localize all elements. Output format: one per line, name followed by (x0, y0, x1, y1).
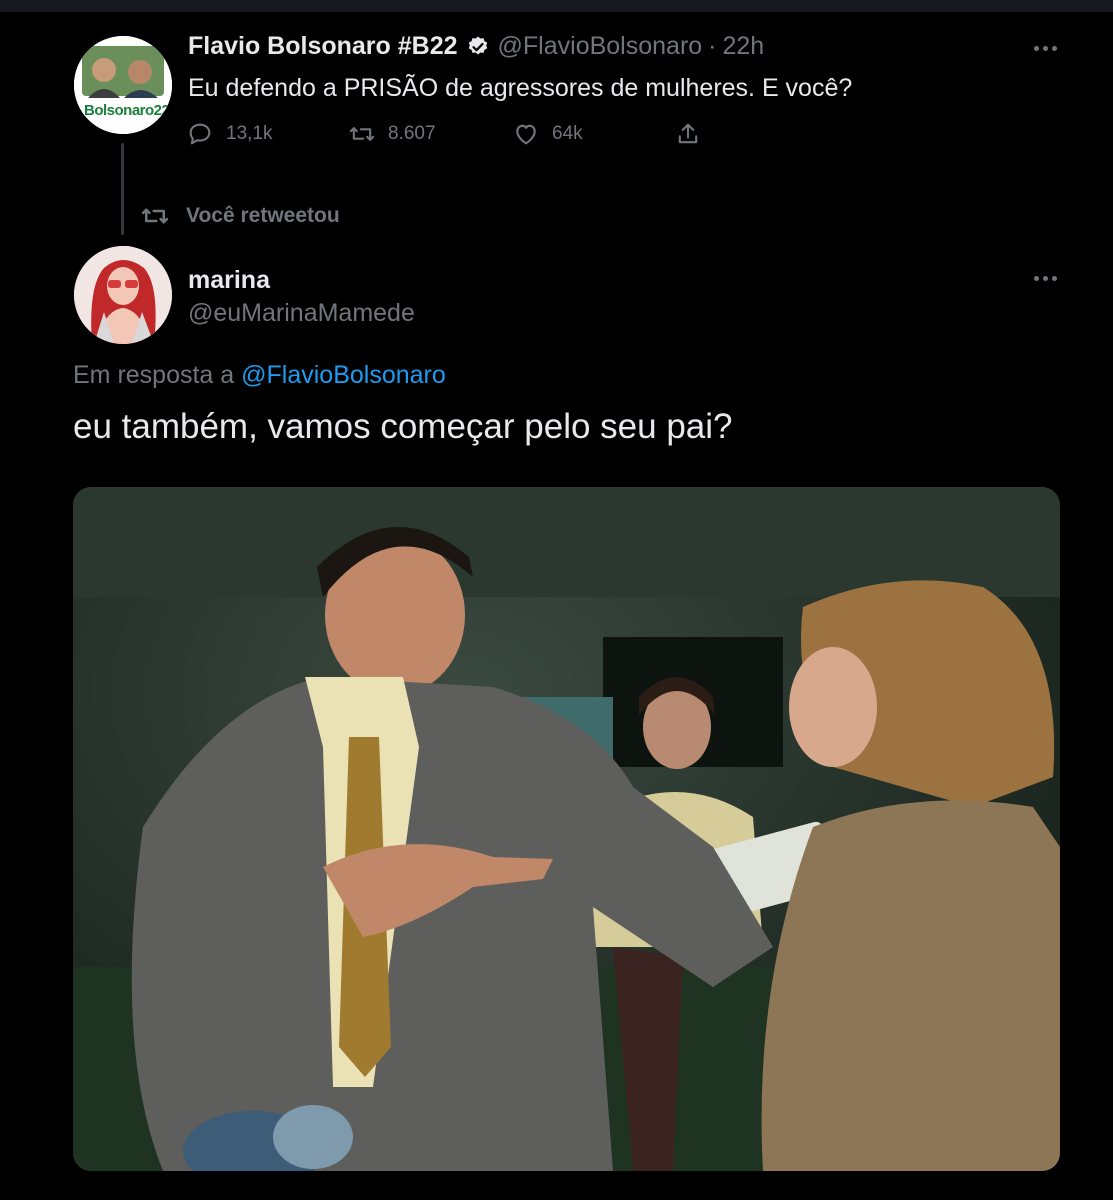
share-button[interactable] (674, 120, 714, 148)
verified-badge-icon (466, 35, 490, 59)
retweet-note-label: Você retweetou (186, 204, 340, 227)
top-bar (0, 0, 1113, 12)
heart-icon (516, 124, 536, 145)
reply-button[interactable]: 13,1k (186, 120, 272, 148)
tweet1-author-name[interactable]: Flavio Bolsonaro #B22 (188, 32, 458, 61)
tweet2-more-icon[interactable] (1034, 276, 1060, 284)
retweet-icon (349, 127, 375, 141)
retweet-count: 8.607 (388, 123, 436, 144)
flavio-avatar[interactable]: Bolsonaro22 (74, 36, 172, 134)
tweet2-media-photo[interactable] (73, 487, 1060, 1171)
tweet1-time[interactable]: 22h (723, 32, 765, 61)
retweet-button[interactable]: 8.607 (348, 120, 436, 148)
tweet2-author-name[interactable]: marina (188, 266, 270, 295)
share-icon (678, 123, 698, 144)
reply-context: Em resposta a @FlavioBolsonaro (73, 361, 446, 390)
reply-icon (189, 123, 211, 145)
tweet2-handle[interactable]: @euMarinaMamede (188, 299, 415, 328)
reply-target-link[interactable]: @FlavioBolsonaro (241, 361, 446, 389)
avatar-image (74, 36, 172, 134)
tweet1-more-icon[interactable] (1034, 46, 1060, 54)
tweet2-text: eu também, vamos começar pelo seu pai? (73, 407, 733, 446)
avatar-logo-text: Bolsonaro22 (84, 102, 170, 119)
tweet1-text: Eu defendo a PRISÃO de agressores de mul… (188, 74, 853, 102)
marina-avatar[interactable] (74, 246, 172, 344)
tweet1-actions: 13,1k 8.607 64k (186, 120, 726, 154)
like-count: 64k (552, 123, 583, 144)
thread-line (121, 143, 124, 235)
tweet1-handle[interactable]: @FlavioBolsonaro (498, 32, 703, 61)
tweet1-separator: · (708, 32, 717, 60)
reply-count: 13,1k (226, 123, 273, 144)
photo-icon (73, 487, 1060, 1171)
retweet-note: Você retweetou (140, 201, 340, 231)
reply-prefix: Em resposta a (73, 361, 235, 389)
retweet-icon (141, 208, 169, 224)
avatar-image (74, 246, 172, 344)
like-button[interactable]: 64k (512, 120, 583, 148)
tweet1-header: Flavio Bolsonaro #B22 @FlavioBolsonaro ·… (188, 32, 764, 61)
